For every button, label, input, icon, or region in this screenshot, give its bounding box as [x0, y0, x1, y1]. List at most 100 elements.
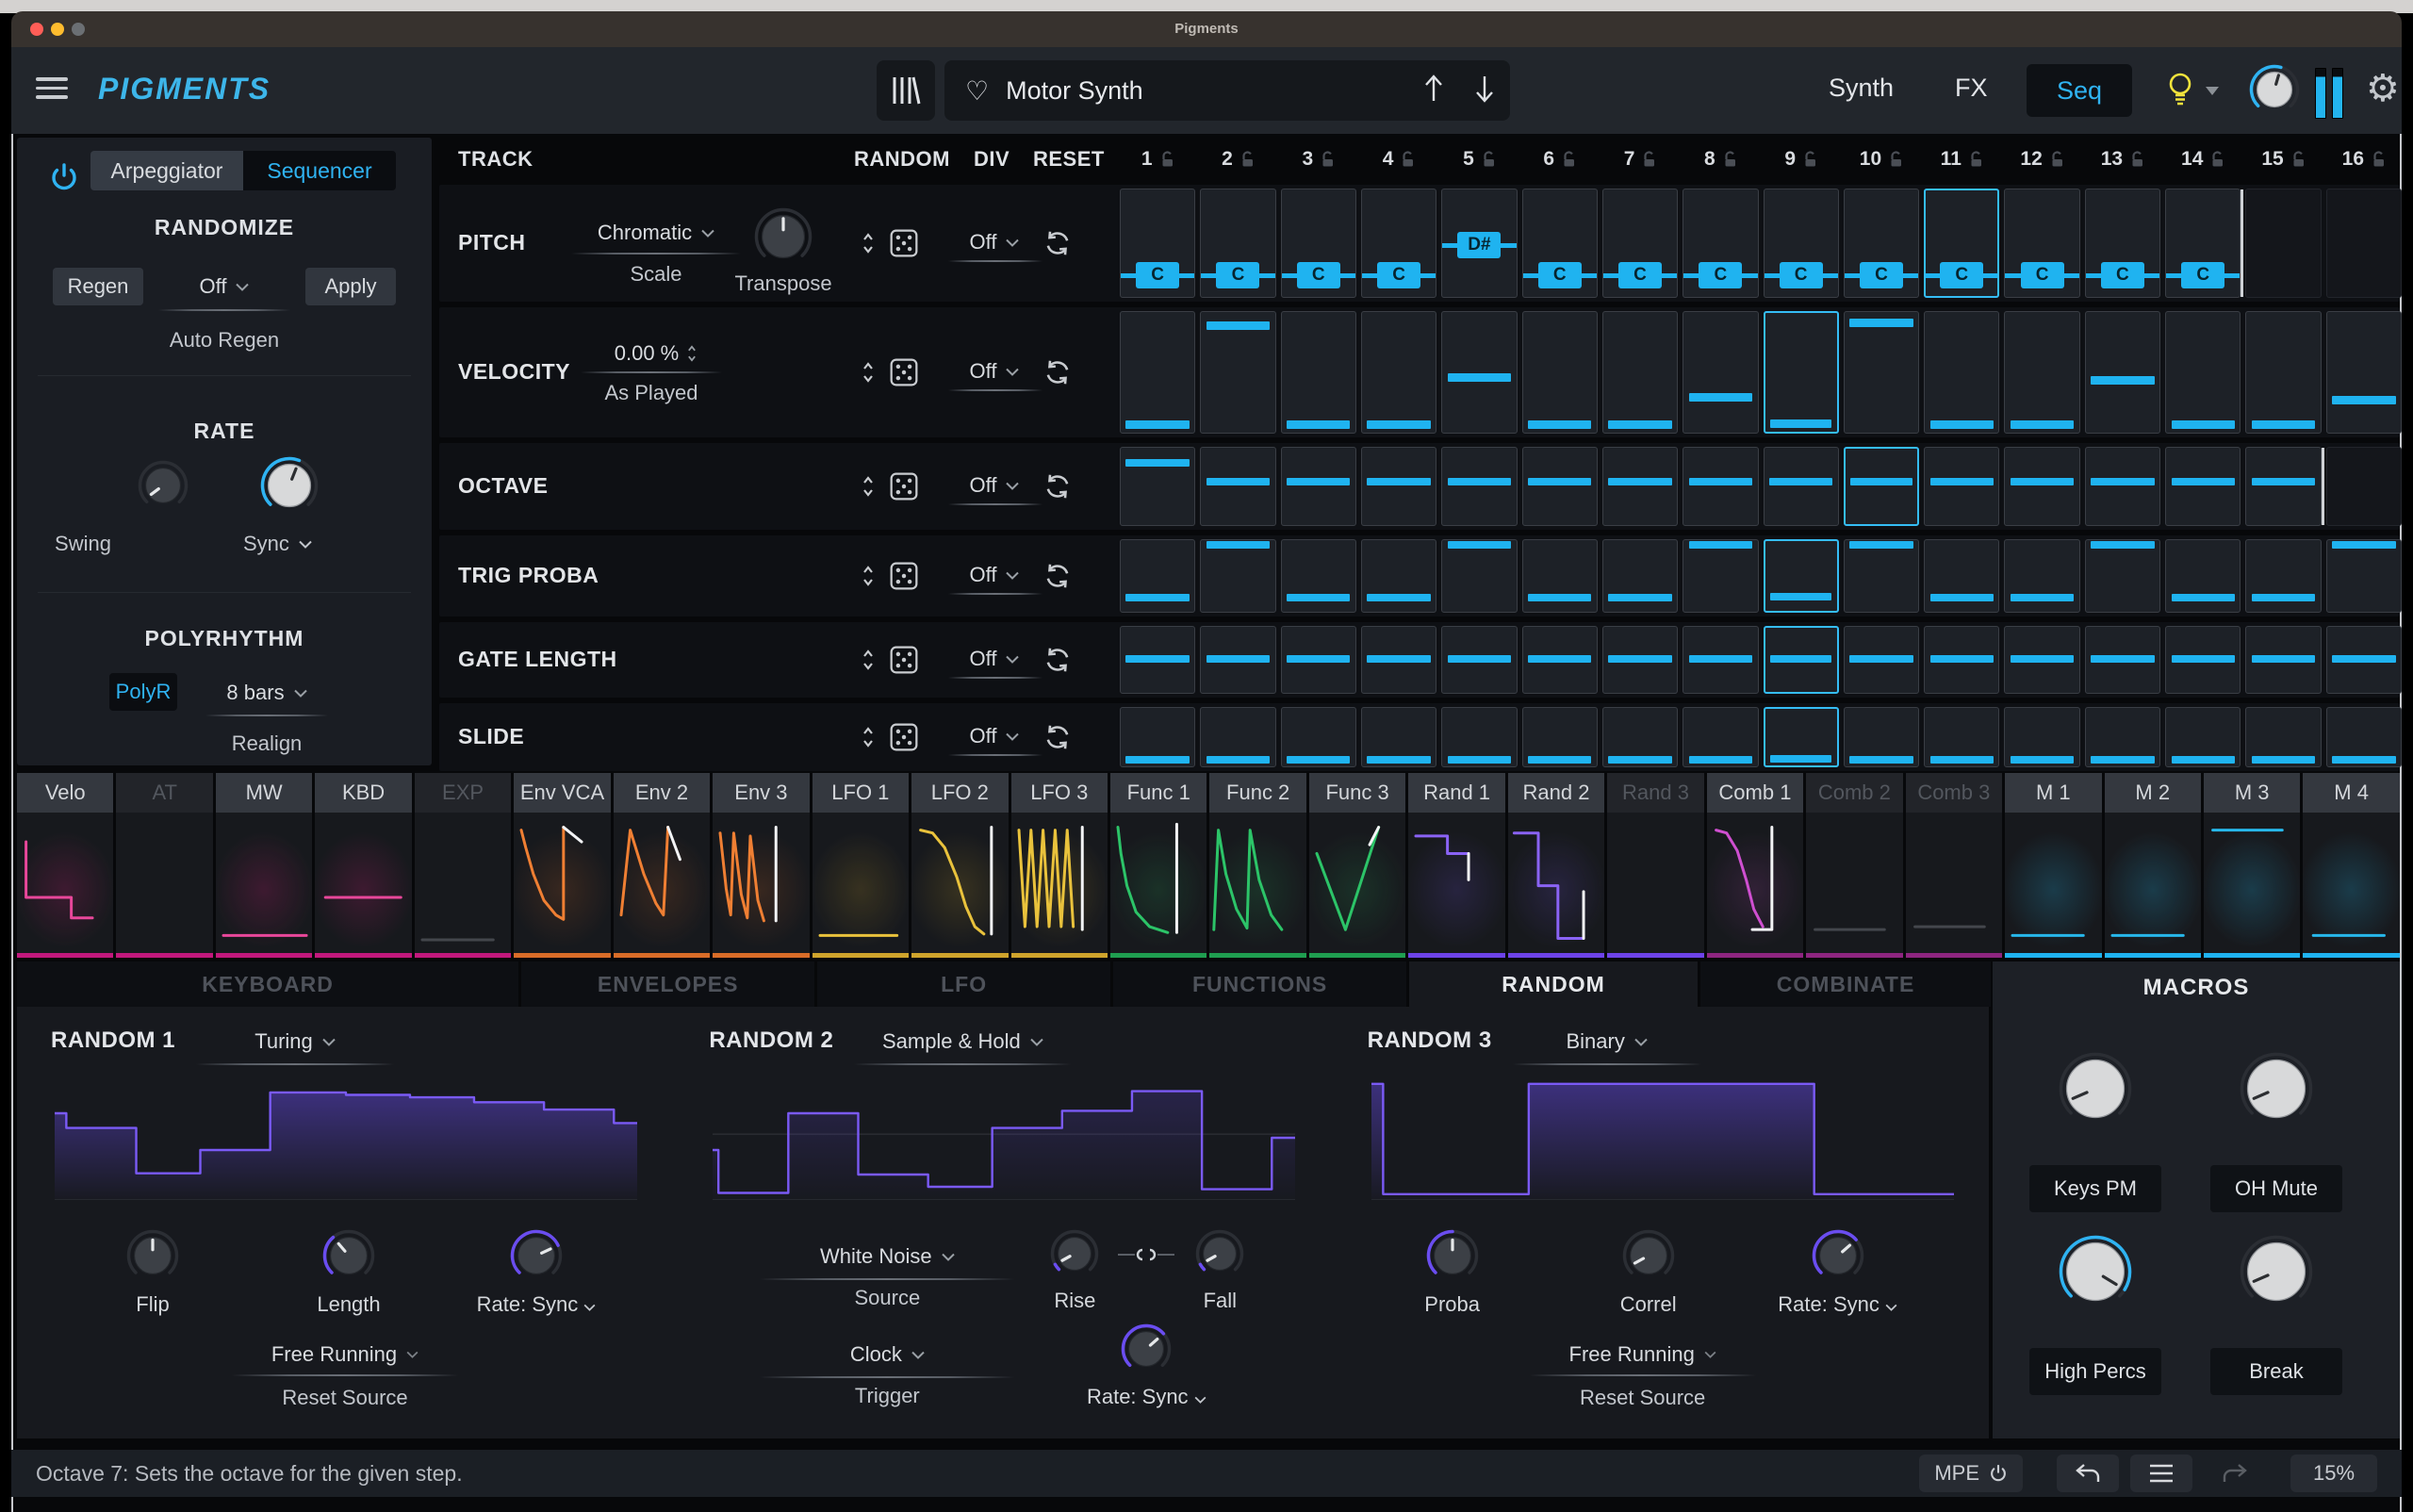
row-div-dropdown[interactable]: Off	[943, 563, 1046, 587]
octave-step-14[interactable]	[2165, 447, 2241, 526]
polyrhythm-bars-dropdown[interactable]: 8 bars	[215, 681, 319, 705]
velocity-step-15[interactable]	[2245, 311, 2321, 434]
step-header-2[interactable]: 2	[1200, 138, 1275, 181]
rate-sync-control[interactable]: Rate: Sync	[461, 1229, 612, 1317]
mod-source-velo[interactable]: Velo	[17, 773, 113, 958]
mod-source-tab[interactable]: Comb 1	[1707, 773, 1803, 813]
velocity-step-2[interactable]	[1200, 311, 1275, 434]
previous-preset-button[interactable]	[1408, 73, 1459, 109]
reset-loop-icon[interactable]	[1042, 722, 1073, 752]
zoom-level-button[interactable]: 15%	[2290, 1454, 2377, 1492]
velocity-step-11[interactable]	[1924, 311, 1999, 434]
reset-loop-icon[interactable]	[1042, 561, 1073, 591]
undo-button[interactable]	[2057, 1454, 2119, 1492]
step-header-9[interactable]: 9	[1764, 138, 1839, 181]
row-reset[interactable]	[1042, 645, 1073, 680]
mod-source-rand-2[interactable]: Rand 2	[1508, 773, 1604, 958]
mod-source-thumbnail[interactable]	[2005, 813, 2101, 953]
slide-step-6[interactable]	[1522, 707, 1598, 767]
macro3-label[interactable]: High Percs	[2029, 1348, 2161, 1395]
mod-source-env-3[interactable]: Env 3	[713, 773, 809, 958]
octave-step-5[interactable]	[1441, 447, 1517, 526]
mod-source-thumbnail[interactable]	[1209, 813, 1305, 953]
random2-trigger-dropdown[interactable]: Clock	[731, 1342, 1042, 1367]
section-tab-envelopes[interactable]: ENVELOPES	[521, 961, 814, 1007]
step-header-8[interactable]: 8	[1683, 138, 1758, 181]
mod-source-thumbnail[interactable]	[2303, 813, 2399, 953]
pitch-step-7[interactable]: C	[1602, 189, 1678, 298]
mod-source-tab[interactable]: Rand 2	[1508, 773, 1604, 813]
trig-step-10[interactable]	[1844, 539, 1919, 613]
trig-step-8[interactable]	[1683, 539, 1758, 613]
mod-source-m-3[interactable]: M 3	[2204, 773, 2300, 958]
mod-source-tab[interactable]: M 4	[2303, 773, 2399, 813]
dice-icon[interactable]	[890, 229, 918, 257]
velocity-step-10[interactable]	[1844, 311, 1919, 434]
mod-source-tab[interactable]: LFO 3	[1011, 773, 1108, 813]
reset-loop-icon[interactable]	[1042, 645, 1073, 675]
row-stepper[interactable]	[862, 562, 875, 595]
octave-step-2[interactable]	[1200, 447, 1275, 526]
mod-source-thumbnail[interactable]	[514, 813, 610, 953]
stepper-icon[interactable]	[862, 358, 875, 386]
mod-source-tab[interactable]: Env 2	[614, 773, 710, 813]
step-header-10[interactable]: 10	[1844, 138, 1919, 181]
pitch-step-4[interactable]: C	[1361, 189, 1436, 298]
length-control[interactable]: Length	[273, 1229, 424, 1317]
velocity-step-1[interactable]	[1120, 311, 1195, 434]
trig-step-16[interactable]	[2326, 539, 2402, 613]
velocity-step-7[interactable]	[1602, 311, 1678, 434]
velocity-step-3[interactable]	[1281, 311, 1356, 434]
preset-name-bar[interactable]: ♡ Motor Synth	[944, 60, 1510, 121]
step-header-12[interactable]: 12	[2004, 138, 2079, 181]
octave-step-16[interactable]	[2326, 447, 2402, 526]
mod-source-tab[interactable]: LFO 1	[813, 773, 909, 813]
pitch-step-6[interactable]: C	[1522, 189, 1598, 298]
gate-step-11[interactable]	[1924, 626, 1999, 694]
pitch-step-13[interactable]: C	[2085, 189, 2160, 298]
slide-step-8[interactable]	[1683, 707, 1758, 767]
random3-mode-dropdown[interactable]: Binary	[1513, 1029, 1701, 1054]
mod-source-thumbnail[interactable]	[315, 813, 411, 953]
gate-step-16[interactable]	[2326, 626, 2402, 694]
mod-source-tab[interactable]: Rand 3	[1607, 773, 1703, 813]
octave-step-6[interactable]	[1522, 447, 1598, 526]
mod-source-tab[interactable]: Velo	[17, 773, 113, 813]
mod-source-comb-1[interactable]: Comb 1	[1707, 773, 1803, 958]
row-random-dice[interactable]	[890, 229, 918, 262]
stepper-icon[interactable]	[862, 229, 875, 257]
reset-loop-icon[interactable]	[1042, 228, 1073, 258]
mod-source-tab[interactable]: EXP	[415, 773, 511, 813]
mod-source-thumbnail[interactable]	[1906, 813, 2002, 953]
row-reset[interactable]	[1042, 228, 1073, 263]
tab-arpeggiator[interactable]: Arpeggiator	[90, 151, 243, 190]
pitch-step-2[interactable]: C	[1200, 189, 1275, 298]
pitch-scale-dropdown[interactable]: Chromatic	[571, 221, 741, 245]
mod-source-thumbnail[interactable]	[1806, 813, 1902, 953]
macro1-knob[interactable]	[2059, 1052, 2132, 1130]
settings-gear-icon[interactable]: ⚙	[2366, 70, 2400, 107]
step-header-6[interactable]: 6	[1522, 138, 1598, 181]
redo-button[interactable]	[2204, 1454, 2266, 1492]
pitch-step-16[interactable]	[2326, 189, 2402, 298]
pitch-step-9[interactable]: C	[1764, 189, 1839, 298]
stepper-icon[interactable]	[686, 342, 698, 365]
mod-source-env-2[interactable]: Env 2	[614, 773, 710, 958]
trig-step-4[interactable]	[1361, 539, 1436, 613]
random2-source-dropdown[interactable]: White Noise	[731, 1244, 1042, 1269]
trig-step-7[interactable]	[1602, 539, 1678, 613]
mod-source-exp[interactable]: EXP	[415, 773, 511, 958]
random3-reset-mode-dropdown[interactable]: Free Running	[1473, 1342, 1813, 1367]
slide-step-15[interactable]	[2245, 707, 2321, 767]
trig-step-3[interactable]	[1281, 539, 1356, 613]
slide-step-1[interactable]	[1120, 707, 1195, 767]
tab-sequencer[interactable]: Sequencer	[243, 151, 396, 190]
slide-step-11[interactable]	[1924, 707, 1999, 767]
random2-rate-control[interactable]: Rate: Sync	[1071, 1323, 1222, 1409]
mod-source-tab[interactable]: LFO 2	[911, 773, 1008, 813]
mod-source-tab[interactable]: Env 3	[713, 773, 809, 813]
slide-step-2[interactable]	[1200, 707, 1275, 767]
random1-mode-dropdown[interactable]: Turing	[196, 1029, 394, 1054]
pitch-step-14[interactable]: C	[2165, 189, 2241, 298]
slide-step-3[interactable]	[1281, 707, 1356, 767]
